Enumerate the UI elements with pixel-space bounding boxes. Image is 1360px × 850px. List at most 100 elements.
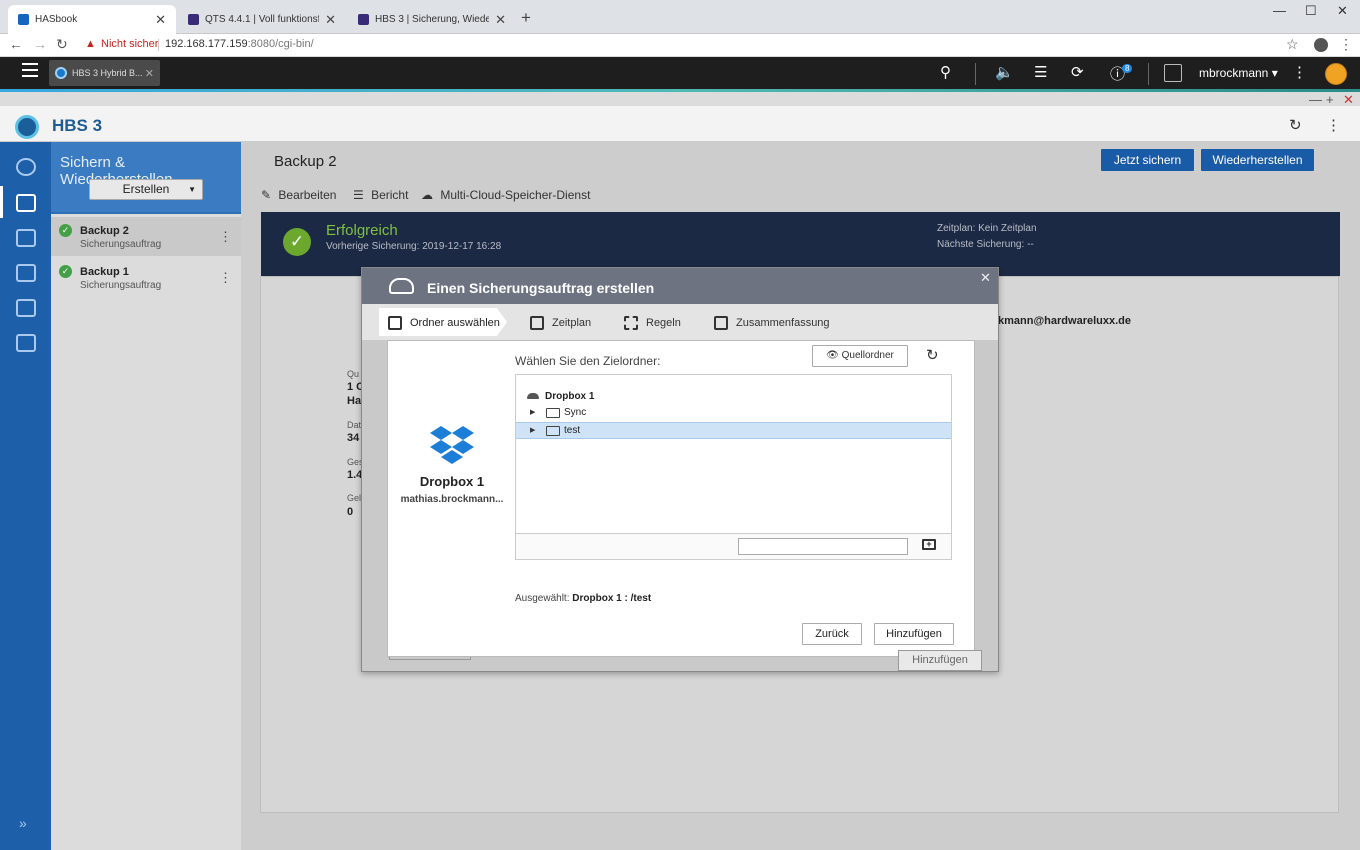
- storage-icon[interactable]: [16, 264, 36, 282]
- back-button[interactable]: Zurück: [802, 623, 862, 645]
- reload-icon[interactable]: ↻: [56, 36, 68, 53]
- chevron-down-icon: ▼: [188, 185, 196, 194]
- source-value-2: Ha: [347, 395, 362, 407]
- backup-restore-icon[interactable]: [16, 194, 36, 212]
- minimize-window-icon[interactable]: —: [1273, 3, 1286, 18]
- browser-tab-title: QTS 4.4.1 | Voll funktionsfähiges: [205, 14, 320, 25]
- new-folder-icon[interactable]: +: [922, 539, 936, 550]
- browser-tab-hasbook[interactable]: HASbook ✕: [8, 5, 176, 34]
- source-folder-button[interactable]: 👁 Quellordner: [812, 345, 908, 367]
- new-folder-input[interactable]: [738, 538, 908, 555]
- report-button[interactable]: ☰ Bericht: [353, 188, 408, 202]
- job-item-backup-1[interactable]: ✓ Backup 1 Sicherungsauftrag ⋮: [51, 258, 241, 297]
- step-summary[interactable]: Zusammenfassung: [714, 316, 830, 330]
- app-tab-label: HBS 3 Hybrid B...: [72, 68, 143, 78]
- hbs-logo-icon: [15, 115, 39, 139]
- app-taskbar-tab[interactable]: HBS 3 Hybrid B... ✕: [49, 60, 160, 86]
- close-app-icon[interactable]: ✕: [145, 67, 154, 80]
- create-button[interactable]: Erstellen ▼: [89, 179, 203, 200]
- expand-arrow-icon[interactable]: ▶: [530, 408, 535, 416]
- window-accent-line: [0, 89, 1360, 92]
- close-icon[interactable]: ✕: [980, 270, 991, 286]
- deleted-value: 0: [347, 506, 354, 518]
- edit-label: Bearbeiten: [278, 188, 337, 202]
- main-menu-icon[interactable]: [22, 63, 38, 77]
- bookmark-star-icon[interactable]: ☆: [1286, 36, 1299, 53]
- address-bar: ← → ↻ ▲ Nicht sicher 192.168.177.159:808…: [0, 34, 1360, 57]
- tree-root[interactable]: Dropbox 1: [527, 391, 594, 402]
- logs-icon[interactable]: [16, 334, 36, 352]
- choose-folder-label: Wählen Sie den Zielordner:: [515, 354, 661, 368]
- close-tab-icon[interactable]: ✕: [155, 12, 166, 28]
- tree-row-sync[interactable]: ▶ Sync: [516, 405, 951, 422]
- dashboard-icon[interactable]: [1325, 63, 1347, 85]
- create-label: Erstellen: [122, 182, 170, 196]
- hbs-favicon-icon: [358, 14, 369, 25]
- edit-button[interactable]: ✎ Bearbeiten: [261, 188, 336, 202]
- back-icon[interactable]: ←: [9, 36, 23, 52]
- job-type: Sicherungsauftrag: [80, 280, 162, 291]
- add-button[interactable]: Hinzufügen: [874, 623, 954, 645]
- refresh-icon[interactable]: ↻: [1289, 116, 1302, 134]
- profile-icon[interactable]: [1314, 38, 1328, 52]
- deleted-label: Gel: [347, 493, 362, 503]
- background-add-button[interactable]: Hinzufügen: [898, 650, 982, 671]
- success-check-icon: ✓: [59, 265, 72, 278]
- folder-step-icon: [388, 316, 402, 330]
- new-tab-icon[interactable]: +: [521, 8, 531, 28]
- step-select-folder[interactable]: Ordner auswählen: [388, 316, 500, 330]
- account-name: Dropbox 1: [419, 474, 485, 489]
- expand-arrow-icon[interactable]: ▶: [530, 426, 535, 434]
- sidebar: Sichern & Wiederherstellen Erstellen ▼ ✓…: [51, 142, 241, 850]
- services-icon[interactable]: [16, 299, 36, 317]
- sync-icon[interactable]: ⟳: [1071, 63, 1084, 81]
- step-rules[interactable]: Regeln: [624, 316, 681, 330]
- browser-menu-icon[interactable]: ⋮: [1339, 36, 1353, 53]
- create-backup-dialog: Einen Sicherungsauftrag erstellen ✕ Ordn…: [361, 267, 999, 672]
- restore-button[interactable]: Wiederherstellen: [1201, 149, 1314, 171]
- tree-row-test[interactable]: ▶ test: [516, 422, 951, 439]
- dropbox-logo-icon: [430, 426, 474, 464]
- browser-tab-hbs[interactable]: HBS 3 | Sicherung, Wiederherstel ✕: [348, 5, 516, 34]
- expand-nav-icon[interactable]: »: [19, 815, 27, 831]
- qts-favicon-icon: [188, 14, 199, 25]
- security-label[interactable]: Nicht sicher: [101, 38, 158, 50]
- backup-now-button[interactable]: Jetzt sichern: [1101, 149, 1194, 171]
- nav-selection-indicator: [0, 186, 3, 218]
- url-field[interactable]: 192.168.177.159:8080/cgi-bin/: [165, 38, 314, 50]
- minimize-app-icon[interactable]: —: [1309, 92, 1322, 107]
- sync-nav-icon[interactable]: [16, 229, 36, 247]
- close-window-icon[interactable]: ✕: [1337, 3, 1348, 19]
- close-tab-icon[interactable]: ✕: [495, 12, 506, 28]
- job-menu-icon[interactable]: ⋮: [219, 229, 232, 245]
- search-icon[interactable]: ⚲: [940, 63, 951, 81]
- app-more-icon[interactable]: ⋮: [1326, 116, 1341, 134]
- refresh-tree-icon[interactable]: ↻: [926, 346, 939, 364]
- schedule-value: Kein Zeitplan: [978, 223, 1037, 234]
- schedule: Zeitplan: Kein Zeitplan: [937, 223, 1037, 234]
- forward-icon[interactable]: →: [33, 36, 47, 52]
- wizard-steps: Ordner auswählen Zeitplan Regeln Zusamme…: [362, 304, 998, 340]
- app-header: HBS 3 ↻ ⋮: [0, 106, 1360, 142]
- maximize-window-icon[interactable]: ☐: [1305, 3, 1317, 19]
- overview-icon[interactable]: [16, 158, 36, 176]
- volume-icon[interactable]: 🔈: [995, 63, 1014, 81]
- browser-tab-qts[interactable]: QTS 4.4.1 | Voll funktionsfähiges ✕: [178, 5, 346, 34]
- username-menu[interactable]: mbrockmann ▾: [1199, 66, 1278, 80]
- job-item-backup-2[interactable]: ✓ Backup 2 Sicherungsauftrag ⋮: [51, 217, 241, 256]
- close-tab-icon[interactable]: ✕: [325, 12, 336, 28]
- more-options-icon[interactable]: ⋮: [1292, 63, 1307, 81]
- tasks-icon[interactable]: ☰: [1034, 63, 1047, 81]
- folder-icon: [546, 426, 560, 436]
- user-icon[interactable]: [1164, 64, 1182, 82]
- cloud-service-button[interactable]: ☁ Multi-Cloud-Speicher-Dienst: [421, 188, 590, 202]
- job-menu-icon[interactable]: ⋮: [219, 270, 232, 286]
- folder-tree: Dropbox 1 ▶ Sync ▶ test +: [515, 374, 952, 560]
- last-backup-label: Vorherige Sicherung:: [326, 241, 420, 252]
- data-label: Dat: [347, 420, 362, 430]
- maximize-app-icon[interactable]: +: [1326, 92, 1334, 107]
- selected-path: Ausgewählt: Dropbox 1 : /test: [515, 593, 651, 604]
- sliders-icon: [624, 316, 638, 330]
- step-schedule[interactable]: Zeitplan: [530, 316, 591, 330]
- job-list: ✓ Backup 2 Sicherungsauftrag ⋮ ✓ Backup …: [51, 214, 241, 850]
